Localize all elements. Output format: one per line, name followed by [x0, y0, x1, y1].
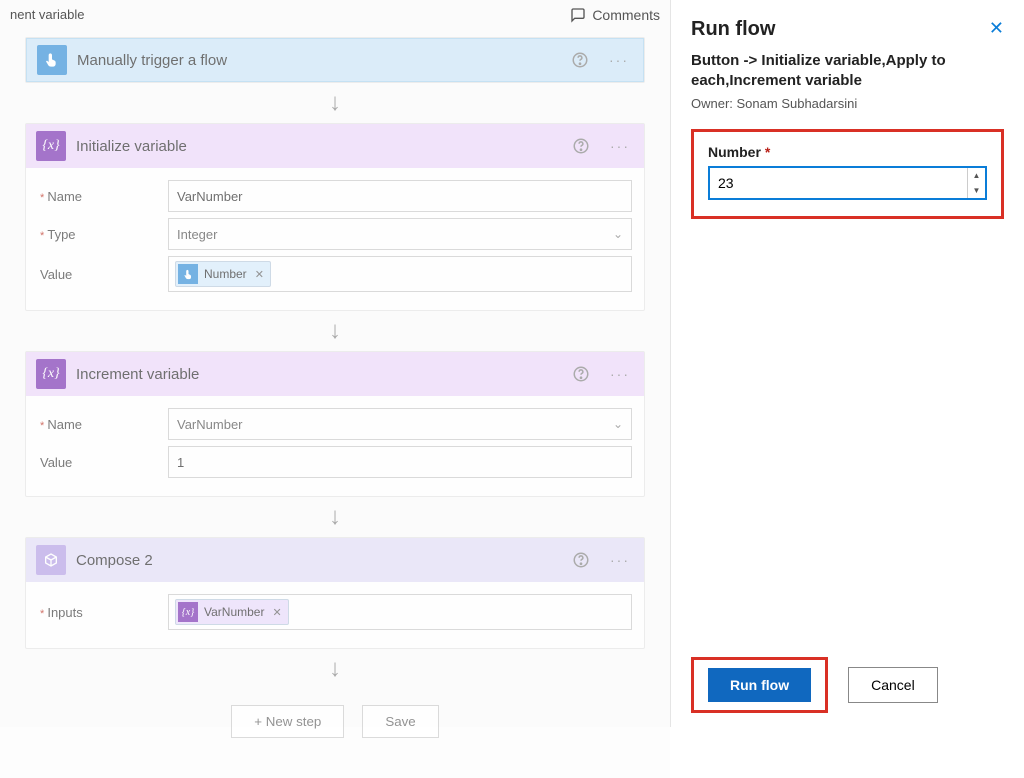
spinner-up[interactable]: ▲	[968, 168, 985, 183]
more-menu[interactable]: ···	[606, 552, 634, 568]
flow-owner: Owner: Sonam Subhadarsini	[691, 96, 1004, 111]
touch-icon	[37, 45, 67, 75]
compose-card: Compose 2 ··· Inputs {x} VarNumbe	[25, 537, 645, 649]
init-name-input[interactable]: VarNumber	[168, 180, 632, 212]
inc-value-input[interactable]: 1	[168, 446, 632, 478]
init-title: Initialize variable	[76, 138, 562, 155]
remove-token-icon[interactable]: ✕	[272, 606, 281, 619]
init-type-label: Type	[38, 227, 158, 242]
compose-inputs-label: Inputs	[38, 605, 158, 620]
init-value-input[interactable]: Number ✕	[168, 256, 632, 292]
dynamic-token-number[interactable]: Number ✕	[175, 261, 271, 287]
initialize-variable-card: {x} Initialize variable ··· Name VarNumb…	[25, 123, 645, 311]
initialize-variable-header[interactable]: {x} Initialize variable ···	[26, 124, 644, 168]
variable-icon: {x}	[36, 131, 66, 161]
comments-label: Comments	[592, 7, 660, 23]
run-button-highlight: Run flow	[691, 657, 828, 713]
close-icon[interactable]: ✕	[989, 18, 1004, 39]
touch-icon	[178, 264, 198, 284]
flow-canvas: nent variable Comments Manually trigger …	[0, 0, 670, 727]
more-menu[interactable]: ···	[606, 138, 634, 154]
number-label: Number	[708, 144, 761, 160]
inc-value-label: Value	[38, 455, 158, 470]
compose-header[interactable]: Compose 2 ···	[26, 538, 644, 582]
comment-icon	[570, 7, 586, 23]
help-icon[interactable]	[572, 365, 590, 383]
run-flow-panel: Run flow ✕ Button -> Initialize variable…	[670, 0, 1024, 727]
increment-title: Increment variable	[76, 366, 562, 383]
connector-arrow: ↓	[329, 83, 341, 123]
help-icon[interactable]	[572, 551, 590, 569]
dynamic-token-varnumber[interactable]: {x} VarNumber ✕	[175, 599, 289, 625]
help-icon[interactable]	[572, 137, 590, 155]
compose-title: Compose 2	[76, 552, 562, 569]
comments-button[interactable]: Comments	[570, 7, 660, 23]
compose-inputs-input[interactable]: {x} VarNumber ✕	[168, 594, 632, 630]
flow-description: Button -> Initialize variable,Apply to e…	[691, 51, 1004, 92]
connector-arrow: ↓	[329, 497, 341, 537]
run-flow-button[interactable]: Run flow	[708, 668, 811, 702]
input-highlight: Number * ▲ ▼	[691, 129, 1004, 219]
cancel-button[interactable]: Cancel	[848, 667, 938, 703]
init-name-label: Name	[38, 189, 158, 204]
trigger-card[interactable]: Manually trigger a flow ···	[25, 37, 645, 83]
connector-arrow: ↓	[329, 311, 341, 351]
save-button[interactable]: Save	[362, 705, 438, 738]
variable-icon: {x}	[36, 359, 66, 389]
compose-icon	[36, 545, 66, 575]
more-menu[interactable]: ···	[605, 52, 633, 68]
spinner-down[interactable]: ▼	[968, 183, 985, 198]
inc-name-label: Name	[38, 417, 158, 432]
page-title-fragment: nent variable	[10, 7, 84, 22]
increment-variable-header[interactable]: {x} Increment variable ···	[26, 352, 644, 396]
init-type-select[interactable]: Integer ⌄	[168, 218, 632, 250]
chevron-down-icon: ⌄	[613, 227, 623, 241]
new-step-button[interactable]: + New step	[231, 705, 344, 738]
increment-variable-card: {x} Increment variable ··· Name VarNumbe…	[25, 351, 645, 497]
trigger-title: Manually trigger a flow	[77, 52, 561, 69]
more-menu[interactable]: ···	[606, 366, 634, 382]
remove-token-icon[interactable]: ✕	[255, 268, 264, 281]
number-input-wrapper[interactable]: ▲ ▼	[708, 166, 987, 200]
connector-arrow: ↓	[329, 649, 341, 689]
init-value-label: Value	[38, 267, 158, 282]
help-icon[interactable]	[571, 51, 589, 69]
number-input[interactable]	[710, 171, 967, 195]
required-star: *	[765, 144, 770, 160]
inc-name-select[interactable]: VarNumber ⌄	[168, 408, 632, 440]
chevron-down-icon: ⌄	[613, 417, 623, 431]
variable-icon: {x}	[178, 602, 198, 622]
panel-title: Run flow	[691, 18, 775, 41]
